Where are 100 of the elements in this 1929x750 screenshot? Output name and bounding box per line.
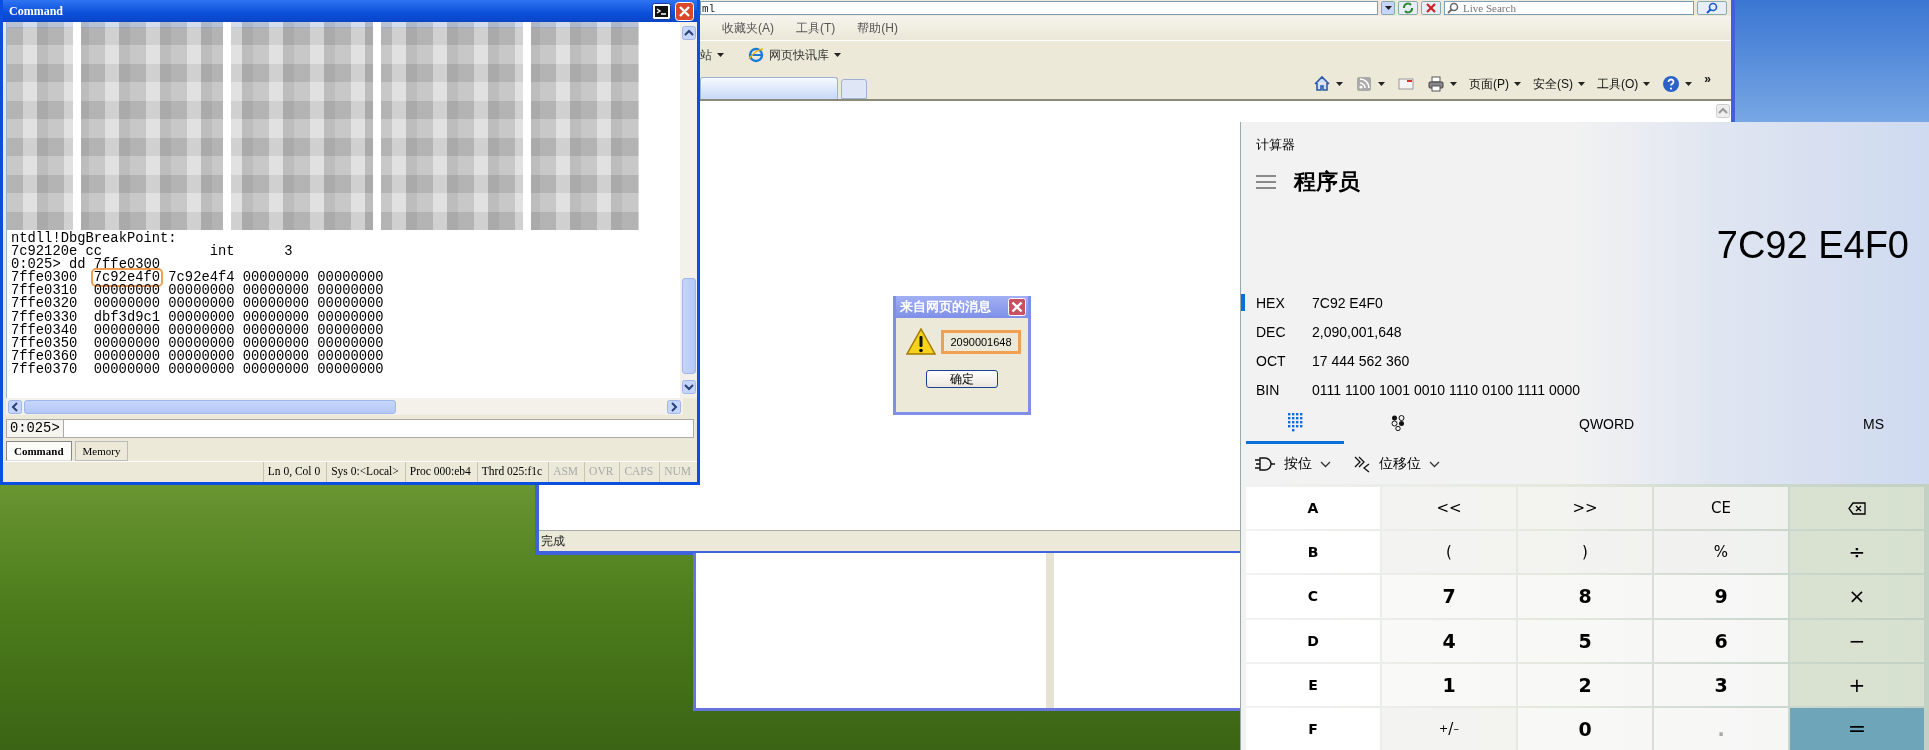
calculator-key[interactable]: 2 bbox=[1518, 663, 1652, 706]
memory-value: 00000000 bbox=[93, 323, 161, 337]
scroll-thumb[interactable] bbox=[24, 399, 396, 414]
calculator-key[interactable]: CE bbox=[1654, 487, 1788, 530]
calculator-key[interactable]: << bbox=[1382, 487, 1516, 530]
scroll-thumb[interactable] bbox=[681, 278, 696, 374]
caret-icon bbox=[717, 53, 724, 57]
calculator-key[interactable]: 7 bbox=[1382, 575, 1516, 618]
caret-icon bbox=[1685, 82, 1693, 86]
calculator-key[interactable]: % bbox=[1654, 531, 1788, 574]
scroll-up-icon bbox=[681, 26, 696, 40]
calculator-key[interactable]: = bbox=[1790, 707, 1924, 750]
dropdown-button[interactable] bbox=[1381, 1, 1396, 15]
memory-value: dbf3d9c1 bbox=[93, 310, 161, 324]
ok-button[interactable]: 确定 bbox=[926, 370, 998, 388]
toolbar-button[interactable] bbox=[1313, 75, 1343, 93]
menu-item[interactable]: 帮助(H) bbox=[857, 19, 898, 37]
calculator-key[interactable]: 5 bbox=[1518, 619, 1652, 662]
toolbar-menu-button[interactable]: 安全(S) bbox=[1533, 75, 1585, 93]
calculator-key[interactable]: ( bbox=[1382, 531, 1516, 574]
toolbar-menu-button[interactable]: 工具(O) bbox=[1597, 75, 1651, 93]
menu-item[interactable]: 收藏夹(A) bbox=[722, 19, 774, 37]
calculator-key[interactable]: >> bbox=[1518, 487, 1652, 530]
tool-menu-button[interactable]: 位移位 bbox=[1353, 455, 1440, 473]
stop-icon bbox=[1426, 3, 1437, 13]
tool-menu-button[interactable]: 按位 bbox=[1254, 455, 1331, 473]
tab[interactable]: Memory bbox=[74, 441, 129, 461]
memory-store-button[interactable]: MS bbox=[1863, 416, 1884, 432]
toolbar-button[interactable] bbox=[1662, 75, 1693, 93]
calculator-key[interactable]: − bbox=[1790, 619, 1924, 662]
search-icon bbox=[1706, 2, 1719, 14]
toolbar-menu-button[interactable]: 页面(P) bbox=[1469, 75, 1521, 93]
close-button[interactable] bbox=[675, 1, 694, 21]
calculator-key[interactable]: B bbox=[1246, 531, 1380, 574]
radix-row[interactable]: OCT 17 444 562 360 bbox=[1241, 346, 1929, 375]
calculator-key[interactable]: 4 bbox=[1382, 619, 1516, 662]
memory-value: 00000000 bbox=[242, 336, 310, 350]
command-input[interactable] bbox=[63, 419, 694, 438]
prompt-label: 0:025> bbox=[6, 419, 64, 438]
calculator-key[interactable]: × bbox=[1790, 575, 1924, 618]
close-button[interactable] bbox=[1008, 298, 1026, 316]
status-field: Thrd 025:f1c bbox=[476, 462, 547, 482]
search-field[interactable]: Live Search bbox=[1444, 1, 1695, 15]
dialog-title: 来自网页的消息 bbox=[900, 298, 991, 316]
calculator-key[interactable]: 9 bbox=[1654, 575, 1788, 618]
calculator-key[interactable]: 6 bbox=[1654, 619, 1788, 662]
bit-toggle-icon bbox=[1391, 414, 1405, 431]
calculator-key[interactable]: F bbox=[1246, 707, 1380, 750]
tab[interactable]: Command bbox=[6, 441, 72, 461]
calculator-key[interactable]: A bbox=[1246, 487, 1380, 530]
radix-row[interactable]: BIN 0111 1100 1001 0010 1110 0100 1111 0000 bbox=[1241, 375, 1929, 404]
calculator-key[interactable]: E bbox=[1246, 663, 1380, 706]
memory-value: 00000000 bbox=[242, 323, 310, 337]
more-button[interactable]: » bbox=[1704, 72, 1711, 86]
address-field[interactable]: ml bbox=[700, 1, 1379, 15]
memory-value: 00000000 bbox=[242, 362, 310, 377]
memory-value: 00000000 bbox=[168, 284, 235, 298]
calculator-key[interactable]: 3 bbox=[1654, 663, 1788, 706]
memory-value: 00000000 bbox=[93, 297, 161, 311]
window-title: Command bbox=[9, 3, 64, 19]
favorites-link[interactable]: 站 bbox=[700, 46, 724, 64]
radix-label: HEX bbox=[1256, 294, 1286, 311]
memory-address: 7ffe0340 bbox=[11, 323, 78, 337]
radix-label: DEC bbox=[1256, 323, 1287, 340]
calculator-key[interactable]: ÷ bbox=[1790, 531, 1924, 574]
calculator-key[interactable]: C bbox=[1246, 575, 1380, 618]
toolbar-button[interactable] bbox=[1355, 75, 1385, 93]
calculator-key[interactable]: D bbox=[1246, 619, 1380, 662]
toolbar-button[interactable] bbox=[1427, 75, 1457, 93]
calculator-key[interactable]: 1 bbox=[1382, 663, 1516, 706]
status-field: Proc 000:eb4 bbox=[404, 462, 475, 482]
memory-value: 00000000 bbox=[317, 362, 384, 377]
menu-button[interactable] bbox=[1256, 175, 1276, 189]
feed-icon bbox=[1355, 75, 1373, 93]
favorites-link[interactable]: 网页快讯库 bbox=[748, 46, 841, 64]
scroll-right-icon bbox=[667, 399, 681, 414]
console-button[interactable] bbox=[652, 2, 671, 20]
radix-value: 7C92 E4F0 bbox=[1312, 294, 1383, 311]
calculator-key[interactable]: + bbox=[1790, 663, 1924, 706]
toolbar-button[interactable] bbox=[1397, 75, 1415, 93]
memory-address: 7ffe0360 bbox=[11, 349, 78, 363]
word-size-button[interactable]: QWORD bbox=[1579, 416, 1635, 432]
menu-item[interactable]: 工具(T) bbox=[796, 19, 836, 37]
memory-value: 00000000 bbox=[93, 336, 161, 350]
status-field: ASM bbox=[548, 462, 583, 482]
memory-value: 7c92e4f4 bbox=[168, 271, 235, 285]
memory-value: 00000000 bbox=[242, 310, 310, 324]
search-button[interactable] bbox=[1697, 1, 1727, 15]
calculator-key[interactable]: 0 bbox=[1518, 707, 1652, 750]
radix-row[interactable]: HEX 7C92 E4F0 bbox=[1241, 288, 1929, 317]
go-button[interactable] bbox=[1398, 1, 1419, 15]
stop-button[interactable] bbox=[1421, 1, 1442, 15]
memory-value: 00000000 bbox=[242, 284, 310, 298]
calculator-key[interactable]: ) bbox=[1518, 531, 1652, 574]
radix-row[interactable]: DEC 2,090,001,648 bbox=[1241, 317, 1929, 346]
console-icon bbox=[652, 2, 671, 20]
ie-logo-icon bbox=[748, 47, 764, 63]
radix-label: OCT bbox=[1256, 352, 1287, 369]
calculator-key[interactable]: 8 bbox=[1518, 575, 1652, 618]
memory-value: 00000000 bbox=[242, 349, 310, 363]
